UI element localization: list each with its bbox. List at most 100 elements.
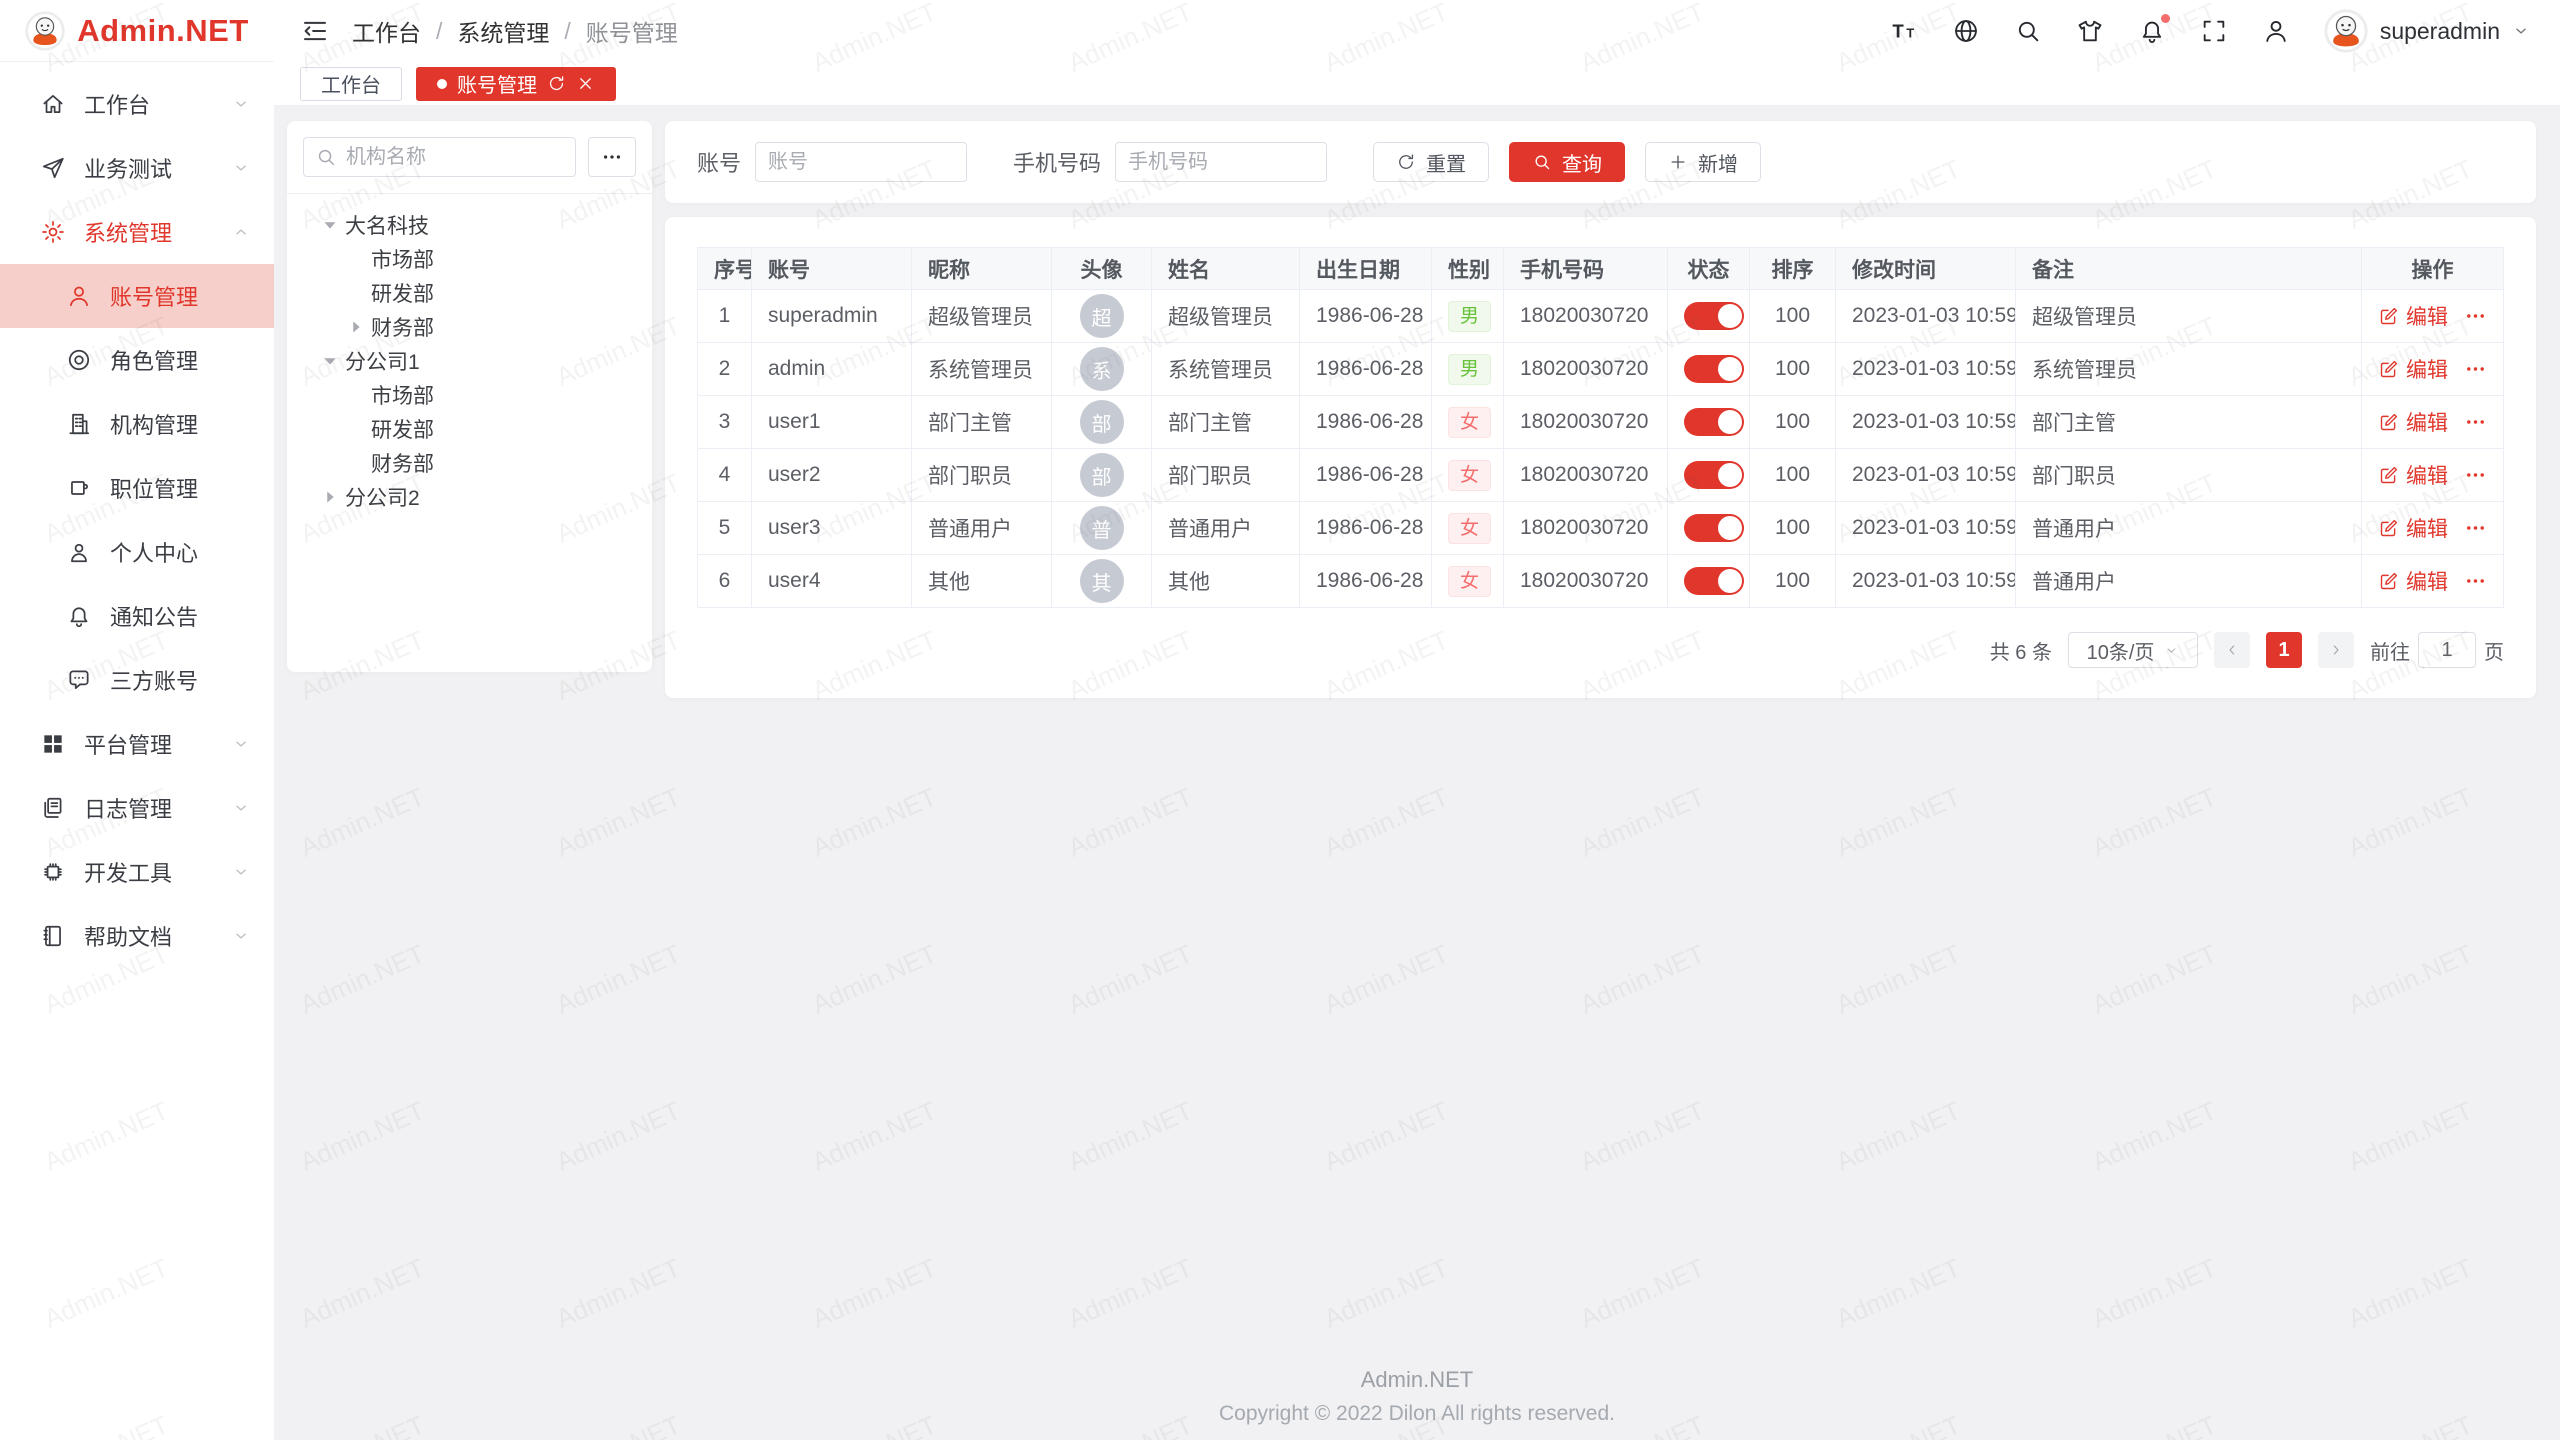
collapse-menu-icon[interactable] xyxy=(300,16,330,46)
sidebar-item-工作台[interactable]: 工作台 xyxy=(0,72,274,136)
tab-close-icon[interactable] xyxy=(576,74,595,93)
org-name-input[interactable] xyxy=(303,137,576,177)
status-toggle[interactable] xyxy=(1684,514,1744,542)
sidebar-item-角色管理[interactable]: 角色管理 xyxy=(0,328,274,392)
gender-badge: 男 xyxy=(1448,301,1491,332)
font-size-icon[interactable]: TT xyxy=(1890,17,1918,45)
cell-birthday: 1986-06-28 xyxy=(1300,449,1432,502)
sidebar-item-开发工具[interactable]: 开发工具 xyxy=(0,840,274,904)
status-toggle[interactable] xyxy=(1684,302,1744,330)
cell-phone: 18020030720 xyxy=(1504,555,1668,608)
row-more-button[interactable] xyxy=(2464,410,2487,434)
reset-button[interactable]: 重置 xyxy=(1373,142,1489,182)
theme-icon[interactable] xyxy=(2076,17,2104,45)
language-icon[interactable] xyxy=(1952,17,1980,45)
avatar: 部 xyxy=(1080,453,1124,497)
sidebar-item-平台管理[interactable]: 平台管理 xyxy=(0,712,274,776)
cell-gender: 男 xyxy=(1432,290,1504,343)
row-actions: 编辑 xyxy=(2378,354,2487,384)
cell-actions: 编辑 xyxy=(2362,396,2504,449)
cell-modified: 2023-01-03 10:59:44 xyxy=(1836,290,2016,343)
tab-refresh-icon[interactable] xyxy=(547,74,566,93)
tab-工作台[interactable]: 工作台 xyxy=(300,67,402,101)
prev-page-button[interactable] xyxy=(2214,632,2250,668)
table-row: 1superadmin超级管理员超超级管理员1986-06-28男1802003… xyxy=(698,290,2504,343)
cell-modified: 2023-01-03 10:59:44 xyxy=(1836,449,2016,502)
cell-gender: 女 xyxy=(1432,396,1504,449)
edit-button[interactable]: 编辑 xyxy=(2378,566,2448,596)
goto-page-input[interactable] xyxy=(2418,632,2476,668)
edit-button[interactable]: 编辑 xyxy=(2378,407,2448,437)
tab-账号管理[interactable]: 账号管理 xyxy=(416,67,616,101)
breadcrumb-item[interactable]: 系统管理 xyxy=(457,14,549,48)
sidebar-item-系统管理[interactable]: 系统管理 xyxy=(0,200,274,264)
account-input[interactable] xyxy=(755,142,967,182)
org-tree-search-row xyxy=(303,137,636,177)
column-header-index: 序号 xyxy=(698,248,752,290)
sidebar-item-三方账号[interactable]: 三方账号 xyxy=(0,648,274,712)
notification-icon[interactable] xyxy=(2138,17,2166,45)
row-more-button[interactable] xyxy=(2464,569,2487,593)
tab-bar: 工作台账号管理 xyxy=(274,62,2560,106)
tree-node-大名科技[interactable]: 大名科技 xyxy=(303,208,636,242)
row-actions: 编辑 xyxy=(2378,301,2487,331)
sidebar-item-机构管理[interactable]: 机构管理 xyxy=(0,392,274,456)
table-header-row: 序号账号昵称头像姓名出生日期性别手机号码状态排序修改时间备注操作 xyxy=(698,248,2504,290)
sidebar-item-个人中心[interactable]: 个人中心 xyxy=(0,520,274,584)
avatar: 其 xyxy=(1080,559,1124,603)
tree-node-财务部[interactable]: 财务部 xyxy=(303,446,636,480)
phone-input[interactable] xyxy=(1115,142,1327,182)
user-menu[interactable]: superadmin xyxy=(2324,9,2530,53)
edit-button[interactable]: 编辑 xyxy=(2378,354,2448,384)
sidebar-item-帮助文档[interactable]: 帮助文档 xyxy=(0,904,274,968)
chevron-down-icon xyxy=(232,799,250,817)
sidebar-item-日志管理[interactable]: 日志管理 xyxy=(0,776,274,840)
next-page-button[interactable] xyxy=(2318,632,2354,668)
edit-button[interactable]: 编辑 xyxy=(2378,513,2448,543)
breadcrumb: 工作台/系统管理/账号管理 xyxy=(352,14,1868,48)
breadcrumb-separator: / xyxy=(564,18,570,45)
query-button[interactable]: 查询 xyxy=(1509,142,1625,182)
status-toggle[interactable] xyxy=(1684,408,1744,436)
tree-node-研发部[interactable]: 研发部 xyxy=(303,412,636,446)
status-toggle[interactable] xyxy=(1684,355,1744,383)
avatar: 部 xyxy=(1080,400,1124,444)
status-toggle[interactable] xyxy=(1684,567,1744,595)
tree-node-分公司2[interactable]: 分公司2 xyxy=(303,480,636,514)
fullscreen-icon[interactable] xyxy=(2200,17,2228,45)
sidebar-item-职位管理[interactable]: 职位管理 xyxy=(0,456,274,520)
tree-node-市场部[interactable]: 市场部 xyxy=(303,242,636,276)
breadcrumb-item[interactable]: 工作台 xyxy=(352,14,421,48)
sidebar-item-账号管理[interactable]: 账号管理 xyxy=(0,264,274,328)
username: superadmin xyxy=(2380,18,2500,45)
cell-avatar: 部 xyxy=(1052,449,1152,502)
chevron-down-icon xyxy=(232,863,250,881)
mascot-logo-icon xyxy=(25,11,65,51)
page-number-button[interactable]: 1 xyxy=(2266,632,2302,668)
row-more-button[interactable] xyxy=(2464,463,2487,487)
status-toggle[interactable] xyxy=(1684,461,1744,489)
profile-icon[interactable] xyxy=(2262,17,2290,45)
page-size-select[interactable]: 10条/页 xyxy=(2068,632,2198,668)
edit-button[interactable]: 编辑 xyxy=(2378,460,2448,490)
search-icon xyxy=(315,146,337,168)
tree-node-市场部[interactable]: 市场部 xyxy=(303,378,636,412)
column-header-sort: 排序 xyxy=(1750,248,1836,290)
send-icon xyxy=(40,155,66,181)
cell-remark: 超级管理员 xyxy=(2016,290,2362,343)
tree-node-分公司1[interactable]: 分公司1 xyxy=(303,344,636,378)
search-icon[interactable] xyxy=(2014,17,2042,45)
tree-more-button[interactable] xyxy=(588,137,636,177)
row-more-button[interactable] xyxy=(2464,304,2487,328)
edit-button-label: 编辑 xyxy=(2406,566,2448,596)
edit-button[interactable]: 编辑 xyxy=(2378,301,2448,331)
user-icon xyxy=(66,283,92,309)
tree-node-财务部[interactable]: 财务部 xyxy=(303,310,636,344)
add-button[interactable]: 新增 xyxy=(1645,142,1761,182)
row-more-button[interactable] xyxy=(2464,357,2487,381)
sidebar-item-业务测试[interactable]: 业务测试 xyxy=(0,136,274,200)
sidebar-item-通知公告[interactable]: 通知公告 xyxy=(0,584,274,648)
tree-node-研发部[interactable]: 研发部 xyxy=(303,276,636,310)
edit-icon xyxy=(2378,359,2399,380)
row-more-button[interactable] xyxy=(2464,516,2487,540)
